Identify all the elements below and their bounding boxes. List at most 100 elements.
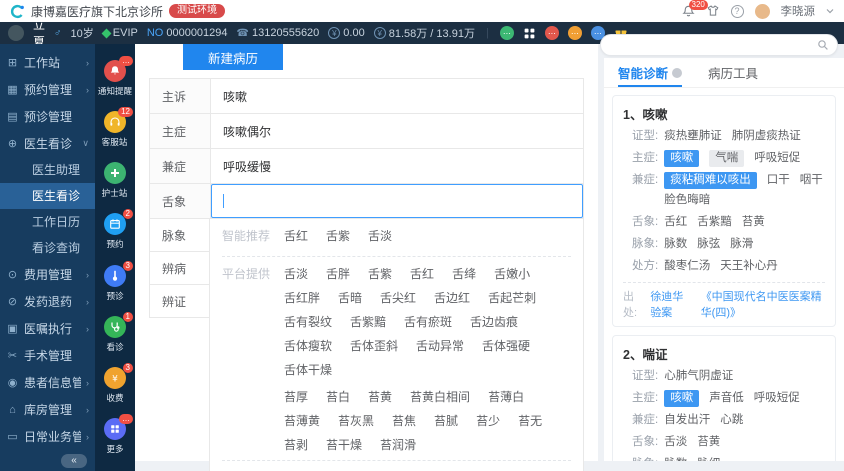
symptom-item[interactable]: 舌紫黯 bbox=[697, 214, 732, 231]
tag-苔腻[interactable]: 苔腻 bbox=[434, 412, 458, 429]
sidebar-subitem-医生助理[interactable]: 医生助理 bbox=[0, 157, 95, 183]
quick-item-通知提醒[interactable]: … 通知提醒 bbox=[97, 56, 133, 97]
tab-record-tools[interactable]: 病历工具 bbox=[708, 58, 758, 87]
symptom-item[interactable]: 舌红 bbox=[664, 214, 687, 231]
tag-舌体瘦软[interactable]: 舌体瘦软 bbox=[284, 337, 332, 354]
symptom-item[interactable]: 脉细 bbox=[697, 456, 720, 461]
tag-舌红胖[interactable]: 舌红胖 bbox=[284, 289, 320, 306]
tag-苔白[interactable]: 苔白 bbox=[326, 388, 350, 405]
sidebar-item-预诊管理[interactable]: ▤ 预诊管理 bbox=[0, 103, 95, 130]
chat-icon[interactable]: ⋯ bbox=[499, 26, 514, 40]
tag-舌胖[interactable]: 舌胖 bbox=[326, 265, 350, 282]
tag-舌起芒刺[interactable]: 舌起芒刺 bbox=[488, 289, 536, 306]
tag-苔黄[interactable]: 苔黄 bbox=[368, 388, 392, 405]
chevron-down-icon[interactable] bbox=[826, 7, 834, 15]
symptom-item[interactable]: 咳嗽 bbox=[664, 390, 700, 407]
tag-苔剥[interactable]: 苔剥 bbox=[284, 436, 308, 453]
symptom-item[interactable]: 呼吸短促 bbox=[754, 150, 800, 167]
tag-舌有裂纹[interactable]: 舌有裂纹 bbox=[284, 313, 332, 330]
tag-苔厚[interactable]: 苔厚 bbox=[284, 388, 308, 405]
symptom-item[interactable]: 苔黄 bbox=[697, 434, 720, 451]
symptom-item[interactable]: 咽干 bbox=[800, 172, 823, 189]
symptom-item[interactable]: 心肺气阴虚证 bbox=[664, 368, 733, 385]
field-input-主诉[interactable]: 咳嗽 bbox=[211, 79, 583, 113]
search-input[interactable] bbox=[600, 34, 838, 56]
help-icon[interactable]: ? bbox=[730, 4, 744, 18]
sidebar-item-工作站[interactable]: ⊞ 工作站 › bbox=[0, 49, 95, 76]
tag-舌红[interactable]: 舌红 bbox=[284, 227, 308, 244]
sidebar-item-发药退药[interactable]: ⊘ 发药退药 › bbox=[0, 288, 95, 315]
symptom-item[interactable]: 舌淡 bbox=[664, 434, 687, 451]
tab-smart-diagnosis[interactable]: 智能诊断 bbox=[618, 58, 683, 87]
symptom-item[interactable]: 自发出汗 bbox=[664, 412, 710, 429]
symptom-item[interactable]: 酸枣仁汤 bbox=[664, 258, 710, 275]
tag-舌体干燥[interactable]: 舌体干燥 bbox=[284, 361, 332, 378]
user-name[interactable]: 李晓源 bbox=[781, 3, 816, 19]
tag-舌紫[interactable]: 舌紫 bbox=[326, 227, 350, 244]
symptom-item[interactable]: 脉滑 bbox=[730, 236, 753, 253]
symptom-item[interactable]: 脉数 bbox=[664, 236, 687, 253]
sidebar-item-日常业务管理[interactable]: ▭ 日常业务管理 › bbox=[0, 423, 95, 450]
tag-苔薄白[interactable]: 苔薄白 bbox=[488, 388, 524, 405]
symptom-item[interactable]: 脸色晦暗 bbox=[664, 192, 710, 209]
symptom-item[interactable]: 咳嗽 bbox=[664, 150, 700, 167]
tag-苔黄白相间[interactable]: 苔黄白相间 bbox=[410, 388, 470, 405]
sidebar-item-预约管理[interactable]: ▦ 预约管理 › bbox=[0, 76, 95, 103]
source-link[interactable]: 徐迪华验案 bbox=[650, 288, 692, 320]
symptom-item[interactable]: 气喘 bbox=[709, 150, 745, 167]
quick-item-预诊[interactable]: 3 预诊 bbox=[104, 260, 133, 302]
sidebar-collapse-button[interactable]: « bbox=[61, 454, 87, 468]
symptom-item[interactable]: 痰热壅肺证 bbox=[664, 128, 722, 145]
tag-舌动异常[interactable]: 舌动异常 bbox=[416, 337, 464, 354]
tag-苔灰黑[interactable]: 苔灰黑 bbox=[338, 412, 374, 429]
sidebar-subitem-工作日历[interactable]: 工作日历 bbox=[0, 209, 95, 235]
symptom-item[interactable]: 痰粘稠难以咳出 bbox=[664, 172, 757, 189]
field-input-主症[interactable]: 咳嗽偶尔 bbox=[211, 114, 583, 148]
sidebar-item-医生看诊[interactable]: ⊕ 医生看诊 ∨ bbox=[0, 130, 95, 157]
symptom-item[interactable]: 苔黄 bbox=[742, 214, 765, 231]
tag-舌尖红[interactable]: 舌尖红 bbox=[380, 289, 416, 306]
quick-item-预约[interactable]: 2 预约 bbox=[104, 209, 133, 250]
tag-舌紫黯[interactable]: 舌紫黯 bbox=[350, 313, 386, 330]
symptom-item[interactable]: 脉数 bbox=[664, 456, 687, 461]
tab-new-record[interactable]: 新建病历 bbox=[183, 44, 283, 70]
tag-苔焦[interactable]: 苔焦 bbox=[392, 412, 416, 429]
quick-item-收费[interactable]: ¥3 收费 bbox=[104, 362, 133, 404]
search-icon[interactable] bbox=[817, 39, 829, 51]
symptom-item[interactable]: 口干 bbox=[767, 172, 790, 189]
tag-舌体强硬[interactable]: 舌体强硬 bbox=[482, 337, 530, 354]
sidebar-item-患者信息管理[interactable]: ◉ 患者信息管理 › bbox=[0, 369, 95, 396]
tag-苔润滑[interactable]: 苔润滑 bbox=[380, 436, 416, 453]
tag-舌嫩小[interactable]: 舌嫩小 bbox=[494, 265, 530, 282]
symptom-item[interactable]: 心跳 bbox=[720, 412, 743, 429]
sidebar-subitem-医生看诊[interactable]: 医生看诊 bbox=[0, 183, 95, 209]
user-avatar[interactable] bbox=[754, 3, 770, 19]
quick-item-护士站[interactable]: 护士站 bbox=[101, 162, 128, 199]
sidebar-item-库房管理[interactable]: ⌂ 库房管理 › bbox=[0, 396, 95, 423]
alert-icon[interactable]: ⋯ bbox=[544, 26, 559, 40]
tag-舌紫[interactable]: 舌紫 bbox=[368, 265, 392, 282]
tag-舌边齿痕[interactable]: 舌边齿痕 bbox=[470, 313, 518, 330]
tag-舌边红[interactable]: 舌边红 bbox=[434, 289, 470, 306]
field-input-兼症[interactable]: 呼吸缓慢 bbox=[211, 149, 583, 183]
quick-item-看诊[interactable]: 1 看诊 bbox=[104, 311, 133, 353]
symptom-item[interactable]: 声音低 bbox=[709, 390, 744, 407]
tag-舌绛[interactable]: 舌绛 bbox=[452, 265, 476, 282]
sidebar-item-费用管理[interactable]: ⊙ 费用管理 › bbox=[0, 261, 95, 288]
quick-item-客服站[interactable]: 12 客服站 bbox=[101, 107, 133, 148]
symptom-item[interactable]: 脉弦 bbox=[697, 236, 720, 253]
tag-舌体歪斜[interactable]: 舌体歪斜 bbox=[350, 337, 398, 354]
tag-舌暗[interactable]: 舌暗 bbox=[338, 289, 362, 306]
sidebar-item-医嘱执行[interactable]: ▣ 医嘱执行 › bbox=[0, 315, 95, 342]
tag-舌淡[interactable]: 舌淡 bbox=[368, 227, 392, 244]
tag-舌淡[interactable]: 舌淡 bbox=[284, 265, 308, 282]
notification-bell-icon[interactable]: 320 bbox=[681, 0, 708, 18]
tag-苔少[interactable]: 苔少 bbox=[476, 412, 500, 429]
tag-苔干燥[interactable]: 苔干燥 bbox=[326, 436, 362, 453]
patient-avatar[interactable] bbox=[8, 25, 24, 41]
symptom-item[interactable]: 肺阴虚痰热证 bbox=[732, 128, 801, 145]
sidebar-item-手术管理[interactable]: ✂ 手术管理 bbox=[0, 342, 95, 369]
field-input-舌象[interactable] bbox=[211, 184, 583, 218]
tag-苔无[interactable]: 苔无 bbox=[518, 412, 542, 429]
coin-icon[interactable]: ⋯ bbox=[567, 26, 582, 40]
